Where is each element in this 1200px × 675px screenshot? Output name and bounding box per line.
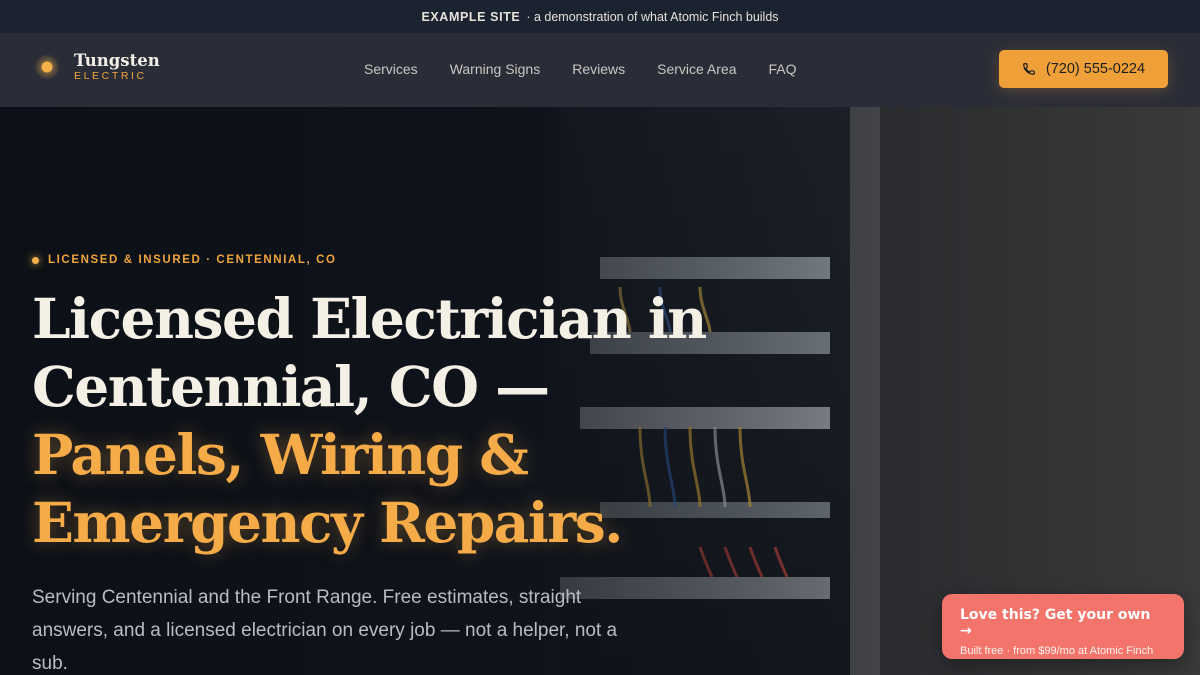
nav-link-reviews[interactable]: Reviews [572,61,625,77]
promo-title: Love this? Get your own → [960,607,1151,639]
headline-line-1: Licensed Electrician in [32,286,707,351]
hero-kicker-text: LICENSED & INSURED · CENTENNIAL, CO [48,254,337,266]
call-phone-label: (720) 555-0224 [1045,61,1146,77]
nav-link-services[interactable]: Services [364,61,418,77]
brand-logo[interactable]: Tungsten ELECTRIC [34,51,160,82]
announcement-label: EXAMPLE SITE [421,9,521,24]
phone-icon [1023,63,1035,75]
call-phone-button[interactable]: (720) 555-0224 [999,50,1168,88]
brand-subtitle: ELECTRIC [74,69,147,82]
nav-link-warning-signs[interactable]: Warning Signs [450,61,541,77]
hero-description: Serving Centennial and the Front Range. … [32,587,618,674]
hero-section: LICENSED & INSURED · CENTENNIAL, CO Lice… [0,107,1200,675]
promo-subtitle: Built free · from $99/mo at Atomic Finch [960,645,1154,657]
promo-card[interactable]: Love this? Get your own → Built free · f… [942,594,1184,659]
nav-link-service-area[interactable]: Service Area [657,61,736,77]
announcement-bar: EXAMPLE SITE · a demonstration of what A… [0,0,1200,33]
bulb-glow-icon [34,54,60,80]
hero-headline: Licensed Electrician in Centennial, CO —… [32,285,732,557]
headline-accent-2: Emergency Repairs. [32,490,623,555]
status-dot-icon [32,256,39,264]
headline-accent-1: Panels, Wiring & [32,422,529,487]
brand-name: Tungsten [74,51,160,70]
announcement-text: · a demonstration of what Atomic Finch b… [526,9,779,24]
hero-kicker: LICENSED & INSURED · CENTENNIAL, CO [32,254,337,266]
headline-line-2: Centennial, CO — [32,354,550,419]
nav-link-faq[interactable]: FAQ [769,61,797,77]
main-nav: Services Warning Signs Reviews Service A… [364,61,829,77]
